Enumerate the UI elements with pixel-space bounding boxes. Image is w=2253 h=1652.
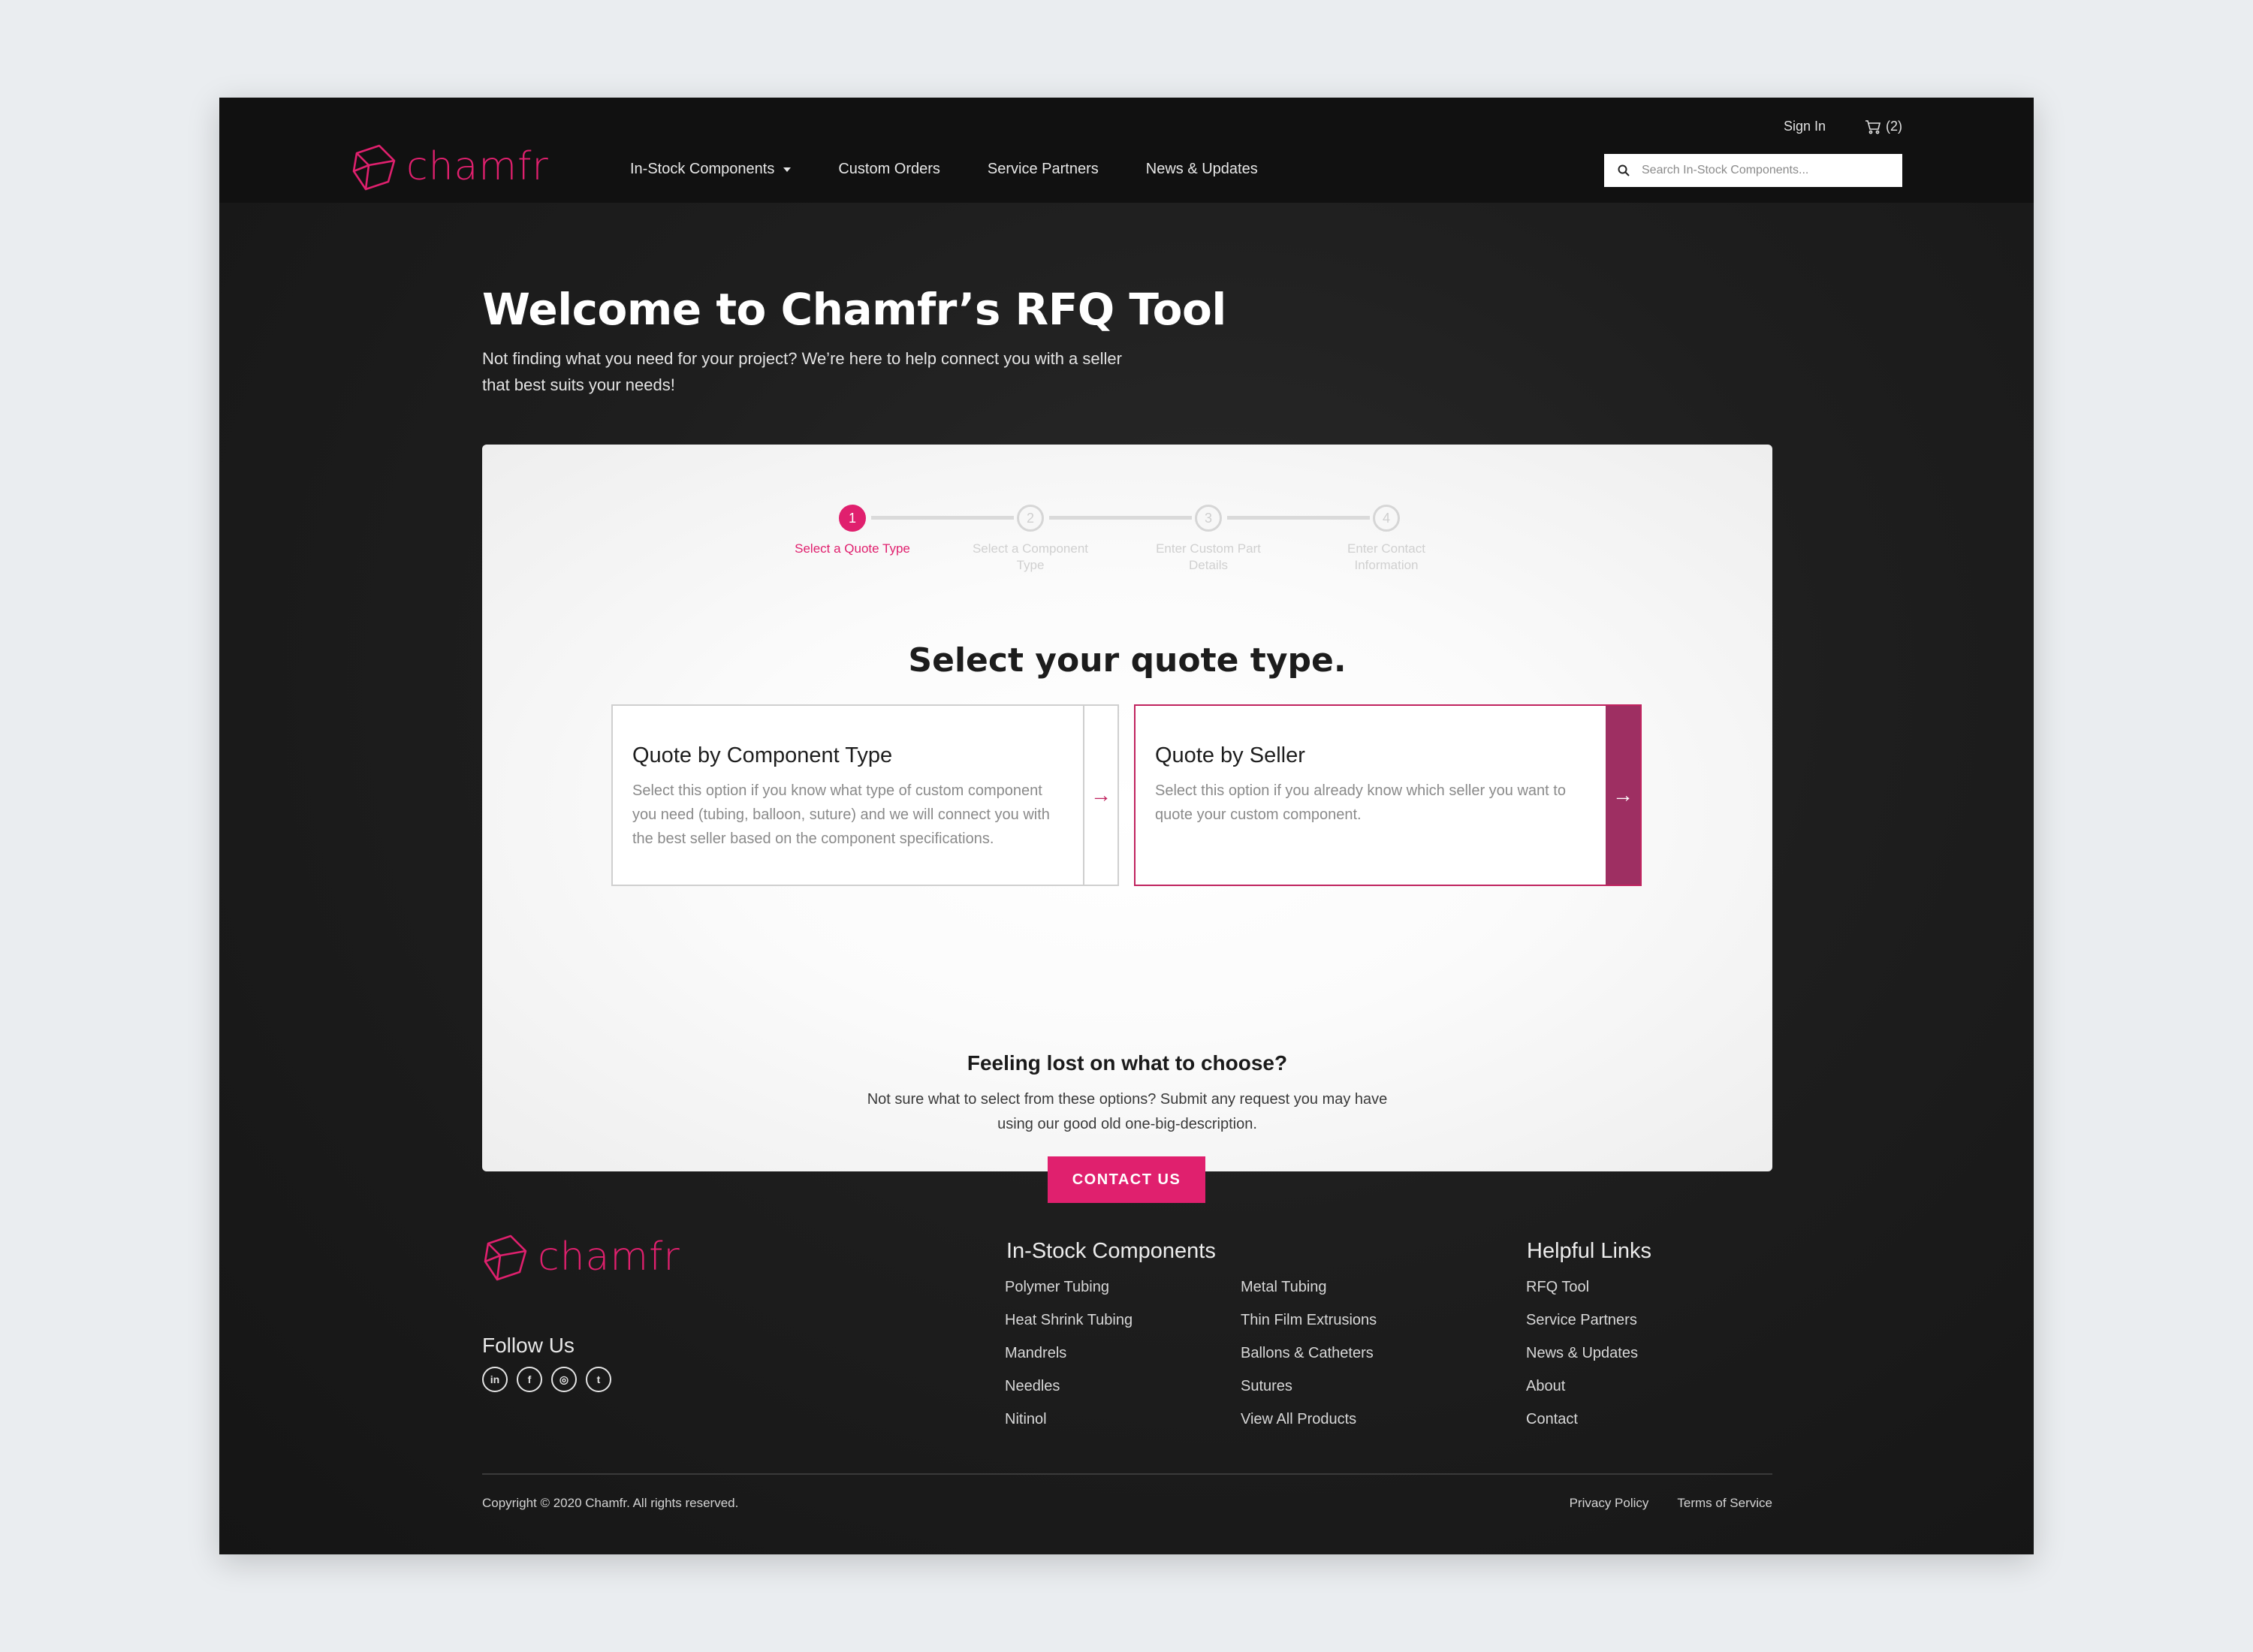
page-frame: chamfr In-Stock Components Custom Orders… <box>219 98 2034 1554</box>
nav-item-news-updates[interactable]: News & Updates <box>1146 161 1258 178</box>
step-2-label: Select a Component Type <box>972 541 1089 572</box>
option-description: Select this option if you already know w… <box>1155 782 1566 823</box>
page-title: Welcome to Chamfr’s RFQ Tool <box>482 284 1226 335</box>
step-3-indicator: 3 <box>1195 505 1222 532</box>
step-1-indicator: 1 <box>839 505 866 532</box>
utility-links: Sign In (2) <box>1784 119 1902 134</box>
search-icon <box>1618 164 1630 176</box>
footer-link[interactable]: Service Partners <box>1526 1310 1638 1343</box>
footer-helpful-list: RFQ Tool Service Partners News & Updates… <box>1526 1277 1638 1442</box>
footer-link[interactable]: Sutures <box>1241 1376 1377 1409</box>
follow-us-heading: Follow Us <box>482 1334 575 1357</box>
chevron-down-icon <box>783 167 792 172</box>
quote-type-heading: Select your quote type. <box>908 641 1347 680</box>
nav-item-label: In-Stock Components <box>630 161 775 177</box>
footer-link[interactable]: View All Products <box>1241 1409 1377 1442</box>
footer-link[interactable]: News & Updates <box>1526 1343 1638 1376</box>
header-logo[interactable]: chamfr <box>351 143 549 191</box>
rfq-card: 1 2 3 4 Select a Quote Type Select a Com… <box>482 445 1772 1203</box>
nav-item-label: Service Partners <box>987 161 1099 177</box>
footer-link[interactable]: Polymer Tubing <box>1005 1277 1133 1310</box>
footer-components-list-1: Polymer Tubing Heat Shrink Tubing Mandre… <box>1005 1277 1133 1442</box>
cart-count: (2) <box>1886 119 1902 134</box>
option-title: Quote by Seller <box>1155 743 1305 767</box>
cart-button[interactable]: (2) <box>1865 119 1902 134</box>
footer-divider <box>482 1473 1772 1475</box>
page-subtitle: Not finding what you need for your proje… <box>482 349 1122 394</box>
search-input[interactable] <box>1642 164 1882 177</box>
social-links: in f ◎ t <box>482 1367 611 1392</box>
step-2-indicator: 2 <box>1017 505 1044 532</box>
step-connector <box>871 516 1014 520</box>
nav-item-label: News & Updates <box>1145 161 1258 177</box>
quote-by-seller-option[interactable]: Quote by Seller Select this option if yo… <box>1134 704 1642 886</box>
arrow-right-icon[interactable]: → <box>1083 706 1117 885</box>
step-1-label: Select a Quote Type <box>795 541 910 556</box>
cart-icon <box>1865 119 1881 134</box>
chamfr-cube-icon <box>484 1234 527 1281</box>
step-4-indicator: 4 <box>1373 505 1400 532</box>
footer-link[interactable]: Heat Shrink Tubing <box>1005 1310 1133 1343</box>
step-3-label: Enter Custom Part Details <box>1156 541 1261 572</box>
step-4-label: Enter Contact Information <box>1347 541 1425 572</box>
nav-item-label: Custom Orders <box>838 161 940 177</box>
terms-of-service-link[interactable]: Terms of Service <box>1677 1496 1772 1511</box>
footer-helpful-heading: Helpful Links <box>1527 1239 1652 1263</box>
copyright-text: Copyright © 2020 Chamfr. All rights rese… <box>482 1496 739 1510</box>
footer-logo[interactable]: chamfr <box>482 1233 680 1281</box>
footer-link[interactable]: Needles <box>1005 1376 1133 1409</box>
legal-links: Privacy Policy Terms of Service <box>1570 1496 1772 1511</box>
help-title: Feeling lost on what to choose? <box>967 1051 1288 1075</box>
nav-item-custom-orders[interactable]: Custom Orders <box>838 161 940 178</box>
contact-us-button[interactable]: CONTACT US <box>1048 1156 1205 1203</box>
instagram-icon[interactable]: ◎ <box>551 1367 577 1392</box>
footer-link[interactable]: Ballons & Catheters <box>1241 1343 1377 1376</box>
arrow-right-icon[interactable]: → <box>1606 706 1640 885</box>
privacy-policy-link[interactable]: Privacy Policy <box>1570 1496 1649 1511</box>
main-nav: In-Stock Components Custom Orders Servic… <box>630 161 1305 178</box>
header-logo-text: chamfr <box>406 144 549 189</box>
linkedin-icon[interactable]: in <box>482 1367 508 1392</box>
nav-item-service-partners[interactable]: Service Partners <box>988 161 1099 178</box>
help-description: Not sure what to select from these optio… <box>867 1091 1388 1132</box>
footer-link[interactable]: Thin Film Extrusions <box>1241 1310 1377 1343</box>
twitter-icon[interactable]: t <box>586 1367 611 1392</box>
footer-link[interactable]: Contact <box>1526 1409 1638 1442</box>
footer-link[interactable]: Nitinol <box>1005 1409 1133 1442</box>
option-description: Select this option if you know what type… <box>632 782 1050 847</box>
progress-stepper: 1 2 3 4 Select a Quote Type Select a Com… <box>482 445 1772 595</box>
quote-by-component-type-option[interactable]: Quote by Component Type Select this opti… <box>611 704 1119 886</box>
option-title: Quote by Component Type <box>632 743 893 767</box>
chamfr-cube-icon <box>352 144 396 191</box>
footer-link[interactable]: Mandrels <box>1005 1343 1133 1376</box>
option-body: Quote by Component Type Select this opti… <box>613 706 1083 885</box>
footer-link[interactable]: Metal Tubing <box>1241 1277 1377 1310</box>
footer-components-list-2: Metal Tubing Thin Film Extrusions Ballon… <box>1241 1277 1377 1442</box>
footer-link[interactable]: About <box>1526 1376 1638 1409</box>
footer-logo-text: chamfr <box>538 1234 680 1280</box>
footer-components-heading: In-Stock Components <box>1006 1239 1216 1263</box>
nav-item-in-stock-components[interactable]: In-Stock Components <box>630 161 792 178</box>
search-box <box>1604 154 1902 187</box>
option-body: Quote by Seller Select this option if yo… <box>1136 706 1606 885</box>
step-connector <box>1049 516 1192 520</box>
facebook-icon[interactable]: f <box>517 1367 542 1392</box>
sign-in-link[interactable]: Sign In <box>1784 119 1826 134</box>
footer-link[interactable]: RFQ Tool <box>1526 1277 1638 1310</box>
step-connector <box>1227 516 1370 520</box>
